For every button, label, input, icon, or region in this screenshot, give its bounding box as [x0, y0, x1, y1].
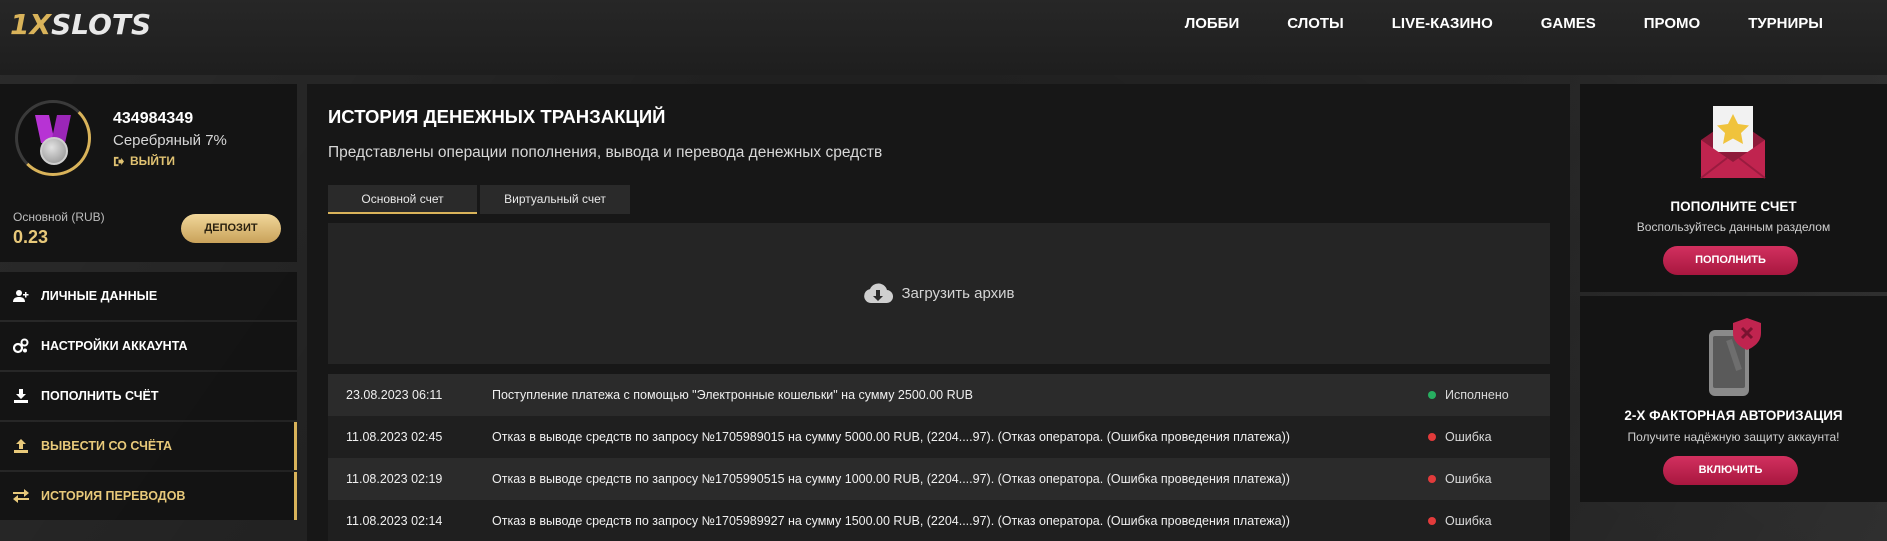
profile-card: 434984349 Серебряный 7% ВЫЙТИ Основной (…	[0, 84, 297, 262]
balance-value: 0.23	[13, 227, 49, 247]
account-tabs: Основной счет Виртуальный счет	[328, 185, 630, 214]
nav-slots[interactable]: СЛОТЫ	[1263, 14, 1368, 34]
deposit-promo-card: ПОПОЛНИТЕ СЧЕТ Воспользуйтесь данным раз…	[1580, 84, 1887, 292]
page-title: ИСТОРИЯ ДЕНЕЖНЫХ ТРАНЗАКЦИЙ	[328, 106, 666, 127]
logout-icon	[113, 156, 124, 166]
user-id: 434984349	[113, 110, 194, 127]
menu-item-deposit[interactable]: ПОПОЛНИТЬ СЧЁТ	[0, 372, 297, 420]
cloud-download-icon	[864, 283, 894, 303]
menu-item-account-settings[interactable]: НАСТРОЙКИ АККАУНТА	[0, 322, 297, 370]
deposit-card-desc: Воспользуйтесь данным разделом	[1636, 220, 1831, 234]
main-nav: ЛОББИ СЛОТЫ LIVE-КАЗИНО GAMES ПРОМО ТУРН…	[1161, 14, 1847, 34]
table-row: 11.08.2023 02:45 Отказ в выводе средств …	[328, 416, 1550, 458]
transaction-date: 23.08.2023 06:11	[346, 388, 443, 402]
top-header: 1XSLOTS ЛОББИ СЛОТЫ LIVE-КАЗИНО GAMES ПР…	[0, 0, 1887, 75]
transaction-date: 11.08.2023 02:19	[346, 472, 443, 486]
status-dot	[1428, 433, 1436, 441]
status-badge: Ошибка	[1428, 430, 1550, 444]
transaction-date: 11.08.2023 02:14	[346, 514, 443, 528]
page-subtitle: Представлены операции пополнения, вывода…	[328, 144, 883, 161]
site-logo[interactable]: 1XSLOTS	[10, 8, 151, 41]
logout-link[interactable]: ВЫЙТИ	[113, 154, 175, 168]
upload-icon	[13, 438, 29, 454]
status-badge: Ошибка	[1428, 514, 1550, 528]
twofa-card-desc: Получите надёжную защиту аккаунта!	[1627, 430, 1840, 444]
gears-icon	[13, 338, 29, 354]
table-row: 23.08.2023 06:11 Поступление платежа с п…	[328, 374, 1550, 416]
nav-live-casino[interactable]: LIVE-КАЗИНО	[1368, 14, 1517, 34]
twofa-promo-card: 2-Х ФАКТОРНАЯ АВТОРИЗАЦИЯ Получите надёж…	[1580, 296, 1887, 502]
transaction-description: Поступление платежа с помощью "Электронн…	[492, 388, 973, 402]
nav-lobby[interactable]: ЛОББИ	[1161, 14, 1264, 34]
twofa-card-title: 2-Х ФАКТОРНАЯ АВТОРИЗАЦИЯ	[1624, 408, 1843, 423]
transaction-description: Отказ в выводе средств по запросу №17059…	[492, 514, 1290, 528]
transactions-table: 23.08.2023 06:11 Поступление платежа с п…	[328, 374, 1550, 541]
table-row: 11.08.2023 02:14 Отказ в выводе средств …	[328, 500, 1550, 541]
nav-games[interactable]: GAMES	[1517, 14, 1620, 34]
transaction-description: Отказ в выводе средств по запросу №17059…	[492, 430, 1290, 444]
transaction-description: Отказ в выводе средств по запросу №17059…	[492, 472, 1290, 486]
avatar	[15, 100, 91, 176]
transfer-icon	[13, 488, 29, 504]
status-badge: Исполнено	[1428, 388, 1550, 402]
user-plus-icon	[13, 288, 29, 304]
tab-virtual-account[interactable]: Виртуальный счет	[480, 185, 630, 214]
deposit-button[interactable]: ДЕПОЗИТ	[181, 214, 281, 243]
download-archive-button[interactable]: Загрузить архив	[328, 223, 1550, 364]
envelope-star-icon	[1700, 106, 1766, 179]
transaction-date: 11.08.2023 02:45	[346, 430, 443, 444]
nav-promo[interactable]: ПРОМО	[1620, 14, 1724, 34]
user-level: Серебряный 7%	[113, 132, 227, 149]
account-menu: ЛИЧНЫЕ ДАННЫЕ НАСТРОЙКИ АККАУНТА ПОПОЛНИ…	[0, 272, 297, 522]
replenish-button[interactable]: ПОПОЛНИТЬ	[1663, 246, 1798, 275]
phone-shield-icon	[1709, 318, 1761, 396]
status-badge: Ошибка	[1428, 472, 1550, 486]
download-icon	[13, 388, 29, 404]
status-dot	[1428, 391, 1436, 399]
transactions-panel: ИСТОРИЯ ДЕНЕЖНЫХ ТРАНЗАКЦИЙ Представлены…	[307, 84, 1570, 541]
table-row: 11.08.2023 02:19 Отказ в выводе средств …	[328, 458, 1550, 500]
tab-main-account[interactable]: Основной счет	[328, 185, 477, 214]
status-dot	[1428, 475, 1436, 483]
balance-label: Основной (RUB)	[13, 210, 105, 224]
menu-item-withdraw[interactable]: ВЫВЕСТИ СО СЧЁТА	[0, 422, 297, 470]
menu-item-transfer-history[interactable]: ИСТОРИЯ ПЕРЕВОДОВ	[0, 472, 297, 520]
nav-tournaments[interactable]: ТУРНИРЫ	[1724, 14, 1847, 34]
menu-item-personal-data[interactable]: ЛИЧНЫЕ ДАННЫЕ	[0, 272, 297, 320]
enable-2fa-button[interactable]: ВКЛЮЧИТЬ	[1663, 456, 1798, 485]
status-dot	[1428, 517, 1436, 525]
deposit-card-title: ПОПОЛНИТЕ СЧЕТ	[1670, 199, 1797, 214]
